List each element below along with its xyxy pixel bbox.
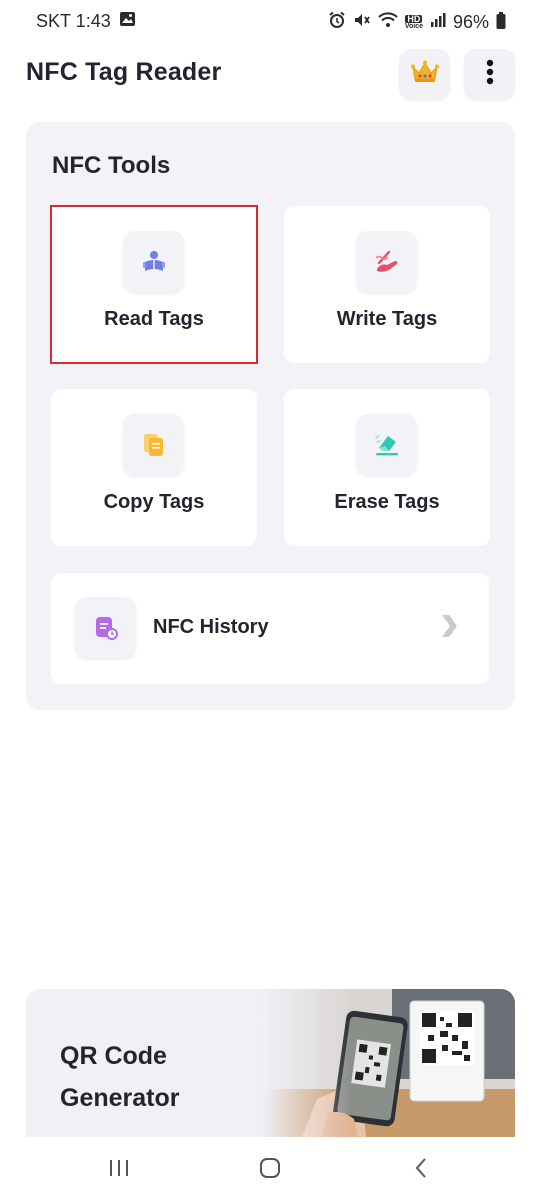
- qr-code-generator-banner[interactable]: QR Code Generator: [26, 989, 515, 1137]
- nfc-history-label: NFC History: [153, 616, 269, 638]
- more-vertical-icon: [486, 59, 494, 90]
- copy-icon: [123, 414, 184, 475]
- premium-button[interactable]: [399, 49, 450, 100]
- back-button[interactable]: [406, 1155, 436, 1185]
- write-tags-label: Write Tags: [336, 308, 438, 330]
- more-options-button[interactable]: [464, 49, 515, 100]
- status-bar: SKT 1:43 HD Voice 96%: [0, 0, 540, 44]
- read-tags-card[interactable]: Read Tags: [50, 205, 258, 364]
- hd-voice-icon: HD Voice: [404, 13, 423, 31]
- status-right: HD Voice 96%: [328, 11, 506, 34]
- eraser-icon: [356, 414, 417, 475]
- banner-title-line1: QR Code: [60, 1042, 167, 1070]
- qr-scan-illustration: [262, 989, 515, 1137]
- page-title: NFC Tag Reader: [26, 58, 222, 86]
- signal-icon: [430, 12, 446, 33]
- battery-percent: 96%: [452, 12, 489, 32]
- mute-icon: [353, 11, 371, 34]
- gallery-icon: [119, 11, 136, 32]
- erase-tags-card[interactable]: Erase Tags: [284, 389, 490, 546]
- home-button[interactable]: [255, 1155, 285, 1185]
- read-tags-label: Read Tags: [104, 308, 204, 330]
- recents-icon: [108, 1158, 130, 1183]
- copy-tags-label: Copy Tags: [103, 491, 205, 513]
- reader-icon: [123, 231, 184, 292]
- banner-title: QR Code Generator: [60, 1035, 260, 1119]
- recents-button[interactable]: [104, 1155, 134, 1185]
- banner-title-line2: Generator: [60, 1084, 180, 1112]
- alarm-icon: [328, 11, 346, 34]
- battery-icon: [496, 11, 506, 34]
- write-tags-card[interactable]: Write Tags: [284, 206, 490, 363]
- crown-icon: [410, 60, 440, 89]
- nfc-tools-panel: NFC Tools Read Tags Write Tags Copy Tags…: [26, 122, 515, 710]
- voice-label: Voice: [404, 22, 423, 30]
- history-doc-icon: [75, 597, 136, 658]
- copy-tags-card[interactable]: Copy Tags: [51, 389, 257, 546]
- carrier-time: SKT 1:43: [36, 11, 111, 31]
- wifi-icon: [378, 12, 398, 33]
- nfc-history-row[interactable]: NFC History: [51, 573, 489, 684]
- hd-label: HD: [405, 13, 423, 24]
- chevron-right-icon: [439, 613, 459, 644]
- write-hand-icon: [356, 231, 417, 292]
- erase-tags-label: Erase Tags: [334, 491, 440, 513]
- navigation-bar: [0, 1137, 540, 1200]
- home-icon: [258, 1157, 282, 1184]
- section-title: NFC Tools: [52, 152, 171, 179]
- back-icon: [413, 1157, 429, 1184]
- status-left: SKT 1:43: [36, 11, 136, 32]
